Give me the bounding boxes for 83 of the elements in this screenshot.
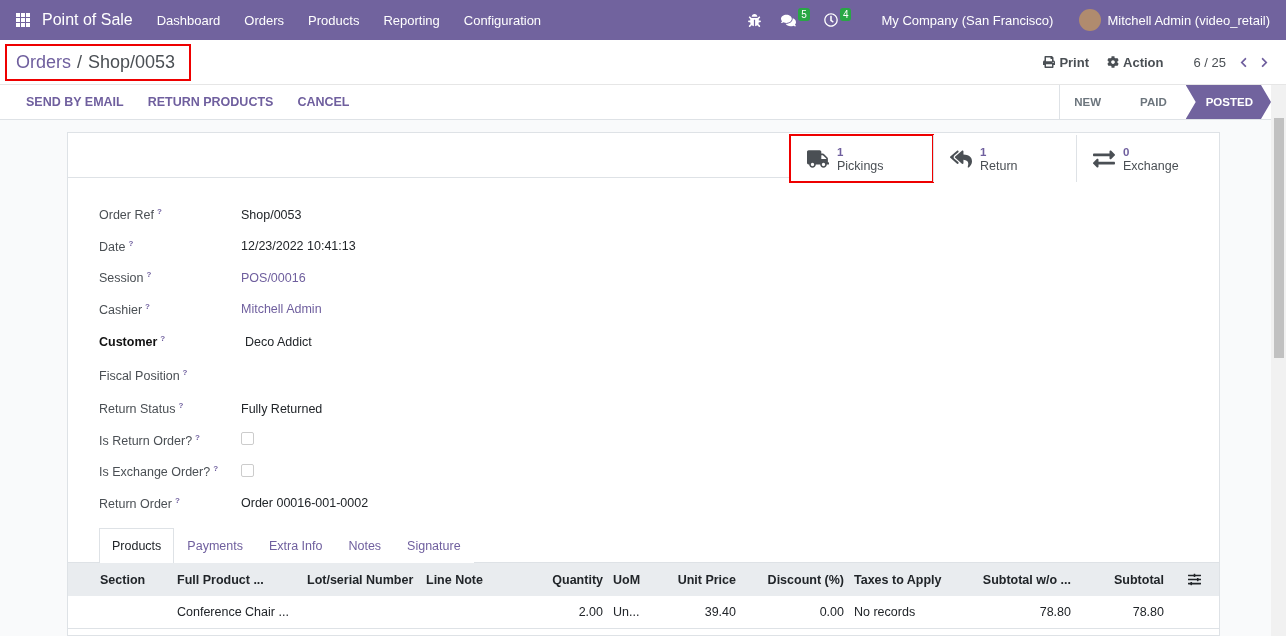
table-cell-text: 0.00 bbox=[818, 605, 845, 619]
table-cell-text: Un... bbox=[612, 605, 641, 619]
action-button[interactable]: Action bbox=[1107, 54, 1164, 70]
column-header[interactable]: Subtotal bbox=[1076, 572, 1169, 587]
column-header[interactable]: Full Product ... bbox=[172, 572, 302, 587]
pager-value: 6 / 25 bbox=[1193, 54, 1226, 70]
activities-badge: 4 bbox=[839, 7, 852, 21]
smart-button[interactable]: 0 Exchange bbox=[1076, 135, 1219, 182]
field-label: Customer $^{?}$ bbox=[99, 334, 167, 350]
print-icon bbox=[1043, 56, 1056, 68]
table-cell-text: 78.80 bbox=[1038, 605, 1072, 619]
breadcrumb-separator: / bbox=[77, 51, 83, 73]
print-button[interactable]: Print bbox=[1043, 54, 1089, 70]
company-switcher[interactable]: My Company (San Francisco) bbox=[869, 12, 1066, 28]
field-label: Is Exchange Order? $^{?}$ bbox=[99, 464, 220, 480]
app-name[interactable]: Point of Sale bbox=[42, 11, 133, 29]
column-header[interactable]: Discount (%) bbox=[741, 572, 849, 587]
smart-button[interactable]: 1 Return bbox=[933, 135, 1076, 182]
record-title: Shop/0053 bbox=[88, 51, 176, 73]
field-value: Shop/0053 bbox=[241, 207, 303, 222]
nav-menu-item[interactable]: Dashboard bbox=[144, 12, 233, 28]
field-link[interactable]: Mitchell Admin bbox=[241, 302, 1219, 317]
column-header[interactable]: Line Note bbox=[421, 572, 513, 587]
messages-badge: 5 bbox=[798, 7, 810, 21]
column-header[interactable]: UoM bbox=[608, 572, 644, 587]
field-label: Return Order $^{?}$ bbox=[99, 495, 181, 511]
table-cell-text: 39.40 bbox=[703, 605, 737, 619]
gear-icon bbox=[1107, 56, 1119, 68]
field-label: Return Status $^{?}$ bbox=[99, 401, 185, 417]
checkbox[interactable] bbox=[241, 463, 254, 477]
column-header[interactable]: Lot/serial Number bbox=[302, 572, 421, 587]
nav-menu-item[interactable]: Orders bbox=[232, 12, 297, 28]
field-value: 12/23/2022 10:41:13 bbox=[241, 239, 357, 254]
field-label: Is Return Order? $^{?}$ bbox=[99, 432, 201, 448]
table-cell-text: 78.80 bbox=[1131, 605, 1165, 619]
action-button[interactable]: SEND BY EMAIL bbox=[14, 95, 136, 109]
smart-button[interactable]: 1 Pickings bbox=[790, 135, 933, 182]
breadcrumb-link[interactable]: Orders bbox=[16, 51, 71, 73]
column-settings-icon[interactable] bbox=[1187, 573, 1201, 586]
field-value: Order 00016-001-0002 bbox=[241, 496, 370, 511]
smart-button-label: Pickings bbox=[837, 158, 884, 173]
clock-icon[interactable] bbox=[823, 13, 838, 27]
smart-button-count: 1 bbox=[837, 144, 845, 159]
table-cell-text: Conference Chair ... bbox=[176, 605, 290, 619]
apps-grid-icon[interactable] bbox=[16, 13, 30, 27]
status-stage[interactable]: POSTED bbox=[1185, 85, 1271, 119]
field-label: Order Ref $^{?}$ bbox=[99, 207, 163, 223]
action-button[interactable]: RETURN PRODUCTS bbox=[135, 95, 286, 109]
field-label: Date $^{?}$ bbox=[99, 238, 135, 254]
scrollbar[interactable] bbox=[1271, 85, 1286, 636]
bug-icon[interactable] bbox=[748, 13, 762, 27]
column-header[interactable]: Taxes to Apply bbox=[849, 572, 946, 587]
action-button[interactable]: CANCEL bbox=[285, 95, 362, 109]
nav-menu-item[interactable]: Products bbox=[296, 12, 372, 28]
previous-button[interactable] bbox=[1238, 56, 1249, 68]
field-value: Fully Returned bbox=[241, 401, 324, 416]
exchange-arrows-icon bbox=[1093, 147, 1115, 170]
notebook-tab[interactable]: Products bbox=[99, 528, 175, 563]
smart-button-count: 0 bbox=[1123, 144, 1131, 159]
table-cell-text: No records bbox=[853, 605, 917, 619]
messages-icon[interactable] bbox=[781, 12, 797, 28]
smart-button-label: Exchange bbox=[1123, 158, 1179, 173]
field-label: Fiscal Position $^{?}$ bbox=[99, 368, 189, 384]
user-menu[interactable]: Mitchell Admin (video_retail) bbox=[1107, 12, 1286, 28]
field-value: Deco Addict bbox=[244, 335, 313, 349]
field-label: Cashier $^{?}$ bbox=[99, 301, 151, 317]
table-cell-text: 2.00 bbox=[577, 605, 604, 619]
column-header[interactable]: Section bbox=[68, 572, 172, 587]
reply-all-icon bbox=[950, 147, 972, 170]
smart-button-count: 1 bbox=[980, 144, 988, 159]
field-link[interactable]: POS/00016 bbox=[241, 270, 1219, 285]
field-label: Session $^{?}$ bbox=[99, 270, 153, 286]
truck-icon bbox=[807, 147, 829, 170]
chevron-left-icon bbox=[1238, 56, 1249, 68]
nav-menu-item[interactable]: Reporting bbox=[371, 12, 452, 28]
smart-button-label: Return bbox=[980, 158, 1018, 173]
checkbox[interactable] bbox=[241, 432, 254, 446]
nav-menu-item[interactable]: Configuration bbox=[451, 12, 554, 28]
chevron-right-icon bbox=[1259, 56, 1270, 68]
column-header[interactable]: Subtotal w/o ... bbox=[946, 572, 1076, 587]
column-header[interactable]: Quantity bbox=[513, 572, 608, 587]
next-button[interactable] bbox=[1259, 56, 1270, 68]
column-header[interactable]: Unit Price bbox=[644, 572, 741, 587]
